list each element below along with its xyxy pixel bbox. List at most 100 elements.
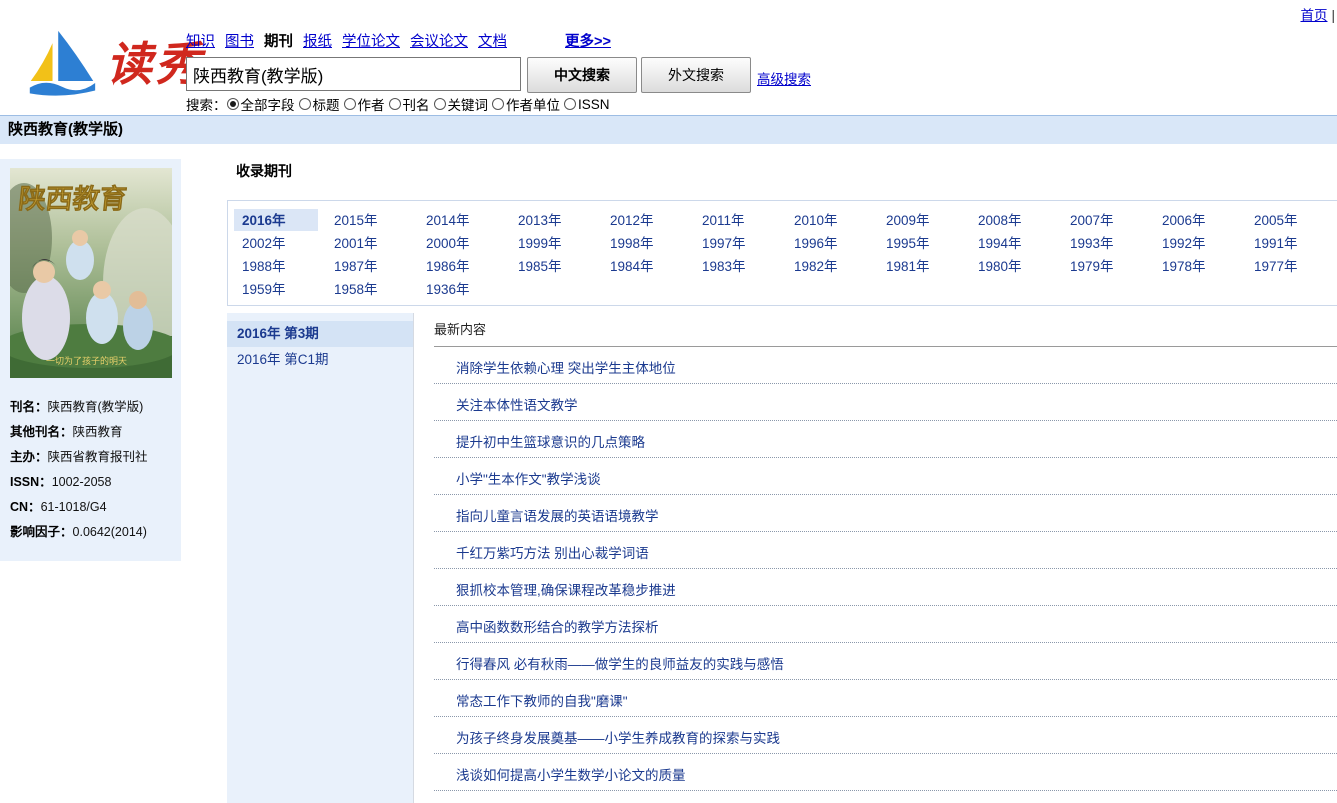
article-link[interactable]: 千红万紫巧方法 别出心裁学词语 bbox=[456, 546, 649, 561]
journal-info-panel: 陕西教育 一切为了孩子的明天 刊名：陕西教育(教学版) 其他刊名：陕西教育 主办… bbox=[0, 159, 181, 561]
svg-text:陕西教育: 陕西教育 bbox=[17, 183, 128, 215]
year-link[interactable]: 2011年 bbox=[694, 209, 778, 231]
year-link[interactable]: 2005年 bbox=[1246, 209, 1330, 231]
home-link[interactable]: 首页 bbox=[1300, 8, 1327, 23]
journal-meta-row: 影响因子：0.0642(2014) bbox=[0, 520, 181, 545]
duxiu-logo[interactable]: 读秀 bbox=[22, 28, 204, 100]
issue-link[interactable]: 2016年 第C1期 bbox=[227, 347, 413, 373]
year-link[interactable]: 1999年 bbox=[510, 232, 594, 254]
year-link[interactable]: 1936年 bbox=[418, 278, 502, 300]
article-row: 立足教材,挖掘英语写作汩汩不竭的源泉 bbox=[434, 791, 1337, 803]
more-link[interactable]: 更多>> bbox=[565, 30, 611, 51]
included-issues-heading: 收录期刊 bbox=[236, 161, 292, 181]
nav-link[interactable]: 会议论文 bbox=[410, 30, 468, 51]
scope-radio-option[interactable]: 关键词 bbox=[434, 94, 489, 114]
foreign-search-button[interactable]: 外文搜索 bbox=[641, 57, 751, 93]
year-link[interactable]: 1984年 bbox=[602, 255, 686, 277]
scope-radio-option[interactable]: 刊名 bbox=[389, 94, 430, 114]
article-link[interactable]: 指向儿童言语发展的英语语境教学 bbox=[456, 509, 659, 524]
journal-meta-row: 刊名：陕西教育(教学版) bbox=[0, 395, 181, 420]
year-link[interactable]: 2014年 bbox=[418, 209, 502, 231]
advanced-search-link[interactable]: 高级搜索 bbox=[757, 68, 811, 88]
journal-title: 陕西教育(教学版) bbox=[8, 121, 123, 138]
year-link[interactable]: 2002年 bbox=[234, 232, 318, 254]
scope-radio-option[interactable]: ISSN bbox=[564, 97, 610, 112]
year-link[interactable]: 1983年 bbox=[694, 255, 778, 277]
nav-link[interactable]: 图书 bbox=[225, 30, 254, 51]
journal-meta-row: CN：61-1018/G4 bbox=[0, 495, 181, 520]
year-link[interactable]: 1995年 bbox=[878, 232, 962, 254]
radio-icon bbox=[492, 98, 504, 110]
year-link[interactable]: 2006年 bbox=[1154, 209, 1238, 231]
year-link[interactable]: 1998年 bbox=[602, 232, 686, 254]
year-link[interactable]: 2009年 bbox=[878, 209, 962, 231]
article-row: 关注本体性语文教学 bbox=[434, 384, 1337, 421]
year-link[interactable]: 2013年 bbox=[510, 209, 594, 231]
journal-cover-image: 陕西教育 一切为了孩子的明天 bbox=[10, 168, 172, 378]
radio-icon bbox=[227, 98, 239, 110]
year-link[interactable]: 1991年 bbox=[1246, 232, 1330, 254]
year-link[interactable]: 1959年 bbox=[234, 278, 318, 300]
article-row: 行得春风 必有秋雨——做学生的良师益友的实践与感悟 bbox=[434, 643, 1337, 680]
year-link[interactable]: 1993年 bbox=[1062, 232, 1146, 254]
article-link[interactable]: 关注本体性语文教学 bbox=[456, 398, 578, 413]
nav-link[interactable]: 文档 bbox=[478, 30, 507, 51]
article-row: 常态工作下教师的自我"磨课" bbox=[434, 680, 1337, 717]
article-link[interactable]: 常态工作下教师的自我"磨课" bbox=[456, 694, 628, 709]
year-link[interactable]: 1958年 bbox=[326, 278, 410, 300]
scope-radio-option[interactable]: 标题 bbox=[299, 94, 340, 114]
latest-content-panel: 最新内容 消除学生依赖心理 突出学生主体地位 关注本体性语文教学 提升初中生篮球… bbox=[413, 313, 1337, 803]
year-link[interactable]: 1978年 bbox=[1154, 255, 1238, 277]
article-row: 消除学生依赖心理 突出学生主体地位 bbox=[434, 347, 1337, 384]
nav-link[interactable]: 学位论文 bbox=[342, 30, 400, 51]
article-link[interactable]: 浅谈如何提高小学生数学小论文的质量 bbox=[456, 768, 686, 783]
home-separator: | bbox=[1331, 8, 1335, 23]
year-link[interactable]: 2008年 bbox=[970, 209, 1054, 231]
article-row: 提升初中生篮球意识的几点策略 bbox=[434, 421, 1337, 458]
search-input[interactable] bbox=[186, 57, 521, 91]
svg-text:一切为了孩子的明天: 一切为了孩子的明天 bbox=[46, 355, 127, 367]
year-link[interactable]: 2015年 bbox=[326, 209, 410, 231]
year-link[interactable]: 2007年 bbox=[1062, 209, 1146, 231]
year-link[interactable]: 1988年 bbox=[234, 255, 318, 277]
year-link[interactable]: 2000年 bbox=[418, 232, 502, 254]
article-link[interactable]: 为孩子终身发展奠基——小学生养成教育的探索与实践 bbox=[456, 731, 780, 746]
article-link[interactable]: 提升初中生篮球意识的几点策略 bbox=[456, 435, 645, 450]
issue-link[interactable]: 2016年 第3期 bbox=[227, 321, 413, 347]
year-link[interactable]: 1987年 bbox=[326, 255, 410, 277]
years-grid: 2016年 2015年 2014年 2013年 2012年 2011年 2010年 2009年… bbox=[227, 200, 1337, 306]
year-link[interactable]: 1985年 bbox=[510, 255, 594, 277]
scope-options: 全部字段 标题 作者 刊名 关键词 作者单位 bbox=[227, 94, 614, 114]
year-link[interactable]: 1994年 bbox=[970, 232, 1054, 254]
article-link[interactable]: 高中函数数形结合的教学方法探析 bbox=[456, 620, 659, 635]
year-link[interactable]: 1981年 bbox=[878, 255, 962, 277]
scope-radio-option[interactable]: 作者单位 bbox=[492, 94, 560, 114]
year-link[interactable]: 1997年 bbox=[694, 232, 778, 254]
year-link[interactable]: 1992年 bbox=[1154, 232, 1238, 254]
year-link[interactable]: 2016年 bbox=[234, 209, 318, 231]
year-link[interactable]: 1979年 bbox=[1062, 255, 1146, 277]
year-link[interactable]: 2012年 bbox=[602, 209, 686, 231]
nav-link[interactable]: 知识 bbox=[186, 30, 215, 51]
article-row: 指向儿童言语发展的英语语境教学 bbox=[434, 495, 1337, 532]
article-link[interactable]: 狠抓校本管理,确保课程改革稳步推进 bbox=[456, 583, 676, 598]
latest-content-heading: 最新内容 bbox=[434, 313, 1337, 347]
nav-link[interactable]: 期刊 bbox=[264, 30, 293, 51]
journal-meta-row: 主办：陕西省教育报刊社 bbox=[0, 445, 181, 470]
year-link[interactable]: 1977年 bbox=[1246, 255, 1330, 277]
search-scope-row: 搜索： 全部字段 标题 作者 刊名 关键词 bbox=[186, 94, 614, 114]
year-link[interactable]: 2001年 bbox=[326, 232, 410, 254]
scope-radio-option[interactable]: 作者 bbox=[344, 94, 385, 114]
year-link[interactable]: 1996年 bbox=[786, 232, 870, 254]
year-link[interactable]: 1980年 bbox=[970, 255, 1054, 277]
year-link[interactable]: 1986年 bbox=[418, 255, 502, 277]
article-link[interactable]: 行得春风 必有秋雨——做学生的良师益友的实践与感悟 bbox=[456, 657, 784, 672]
nav-link[interactable]: 报纸 bbox=[303, 30, 332, 51]
scope-radio-option[interactable]: 全部字段 bbox=[227, 94, 295, 114]
chinese-search-button[interactable]: 中文搜索 bbox=[527, 57, 637, 93]
issues-panel: 2016年 第3期2016年 第C1期 bbox=[227, 313, 413, 803]
year-link[interactable]: 2010年 bbox=[786, 209, 870, 231]
year-link[interactable]: 1982年 bbox=[786, 255, 870, 277]
article-link[interactable]: 小学"生本作文"教学浅谈 bbox=[456, 472, 601, 487]
article-link[interactable]: 消除学生依赖心理 突出学生主体地位 bbox=[456, 361, 676, 376]
